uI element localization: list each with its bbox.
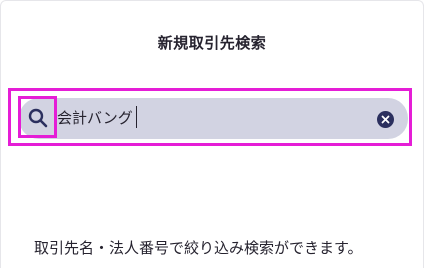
search-input[interactable] [57,103,357,133]
search-dialog: 新規取引先検索 取引先名・法人番号で絞り込み検索ができます。 [0,0,424,268]
text-caret [136,106,137,128]
clear-search-button[interactable] [377,111,394,128]
dialog-title: 新規取引先検索 [157,34,267,52]
search-help-text: 取引先名・法人番号で絞り込み検索ができます。 [34,239,363,257]
close-icon [381,115,390,124]
search-icon[interactable] [28,108,48,128]
